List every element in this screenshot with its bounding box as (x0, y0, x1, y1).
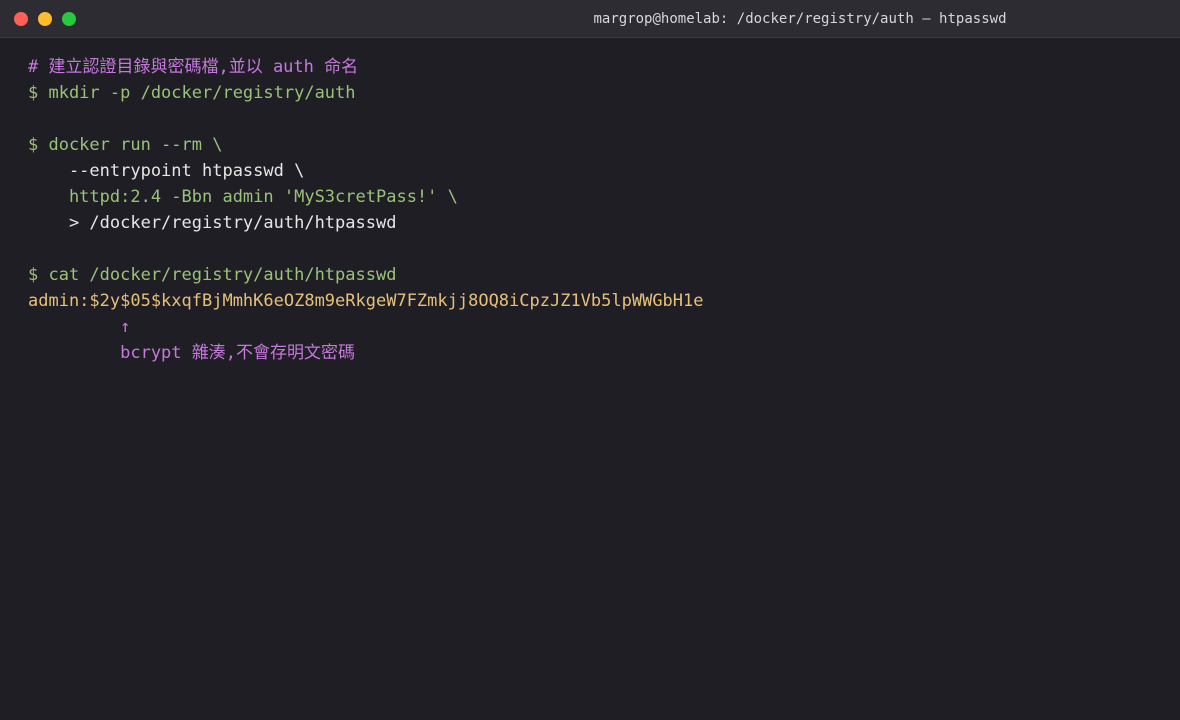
title-bar: margrop@homelab: /docker/registry/auth —… (0, 0, 1180, 38)
bcrypt-annotation: bcrypt 雜湊,不會存明文密碼 (28, 343, 355, 363)
terminal-output[interactable]: # 建立認證目錄與密碼檔,並以 auth 命名 $ mkdir -p /dock… (28, 54, 1180, 366)
redirect-line: > /docker/registry/auth/htpasswd (28, 213, 397, 233)
arrow-annotation: ↑ (28, 317, 131, 337)
cat-command-line: $ cat /docker/registry/auth/htpasswd (28, 265, 397, 285)
comment-line: # 建立認證目錄與密碼檔,並以 auth 命名 (28, 57, 359, 77)
minimize-window-button[interactable] (38, 12, 52, 26)
window-title: margrop@homelab: /docker/registry/auth —… (593, 11, 1007, 27)
terminal-window: margrop@homelab: /docker/registry/auth —… (0, 0, 1180, 720)
maximize-window-button[interactable] (62, 12, 76, 26)
close-window-button[interactable] (14, 12, 28, 26)
docker-run-command-line: $ docker run --rm \ (28, 135, 223, 155)
htpasswd-hash-output: admin:$2y$05$kxqfBjMmhK6eOZ8m9eRkgeW7FZm… (28, 291, 704, 311)
mkdir-command-line: $ mkdir -p /docker/registry/auth (28, 83, 356, 103)
entrypoint-arg-line: --entrypoint htpasswd \ (28, 161, 305, 181)
image-arg-line: httpd:2.4 -Bbn admin 'MyS3cretPass!' \ (28, 187, 458, 207)
